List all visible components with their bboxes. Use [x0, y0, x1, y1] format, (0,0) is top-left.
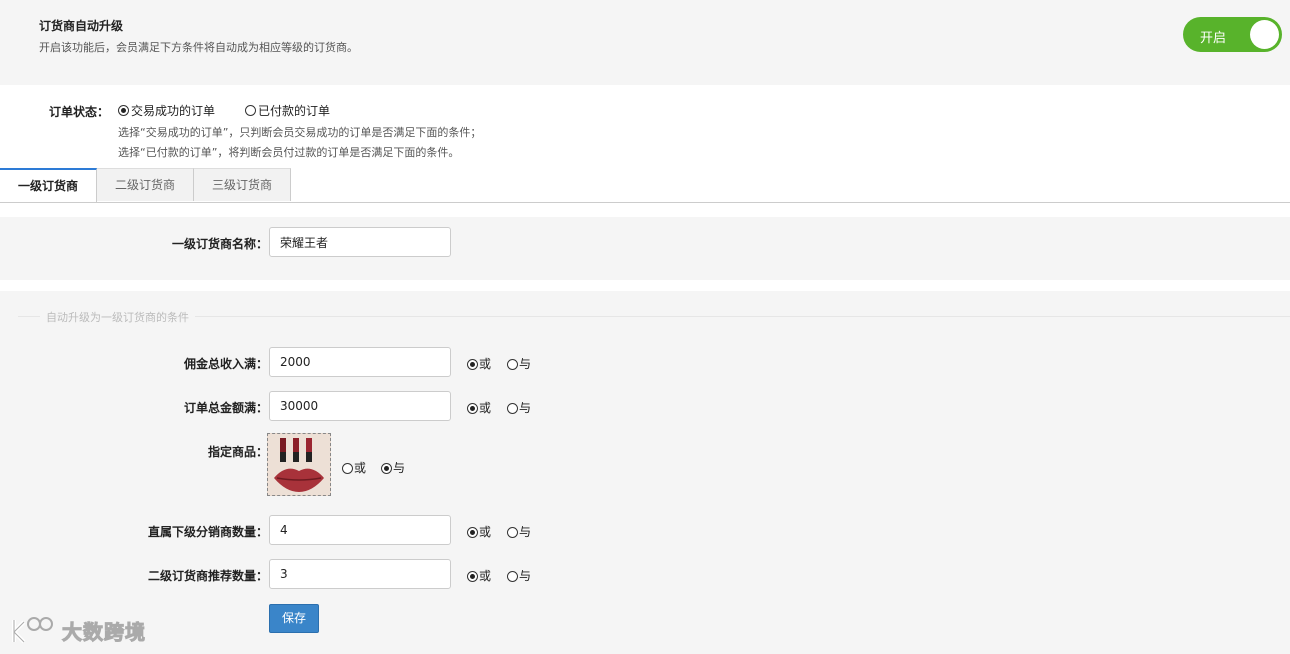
radio-distributor-and[interactable]	[507, 527, 518, 538]
tab-level-1[interactable]: 一级订货商	[0, 168, 97, 202]
order-status-option-paid[interactable]: 已付款的订单	[245, 102, 330, 119]
or-label: 或	[479, 401, 492, 415]
order-total-input[interactable]	[269, 391, 451, 421]
commission-label: 佣金总收入满：	[183, 357, 268, 371]
tab-level-3[interactable]: 三级订货商	[194, 168, 291, 201]
distributor-count-input[interactable]	[269, 515, 451, 545]
auto-upgrade-description: 开启该功能后，会员满足下方条件将自动成为相应等级的订货商。	[39, 41, 358, 54]
save-button[interactable]: 保存	[269, 604, 319, 633]
referral-count-input[interactable]	[269, 559, 451, 589]
radio-product-and[interactable]	[381, 463, 392, 474]
and-label: 与	[519, 525, 532, 539]
or-label: 或	[479, 569, 492, 583]
product-and[interactable]: 与	[381, 459, 405, 476]
tab-level-2[interactable]: 二级订货商	[97, 168, 194, 201]
watermark-logo-icon	[12, 617, 53, 644]
referral-count-label: 二级订货商推荐数量：	[147, 569, 268, 583]
option-success-label: 交易成功的订单	[131, 104, 216, 118]
radio-order-total-or[interactable]	[467, 403, 478, 414]
product-label: 指定商品：	[207, 445, 268, 459]
radio-commission-or[interactable]	[467, 359, 478, 370]
toggle-knob	[1250, 20, 1279, 49]
option-paid-label: 已付款的订单	[258, 104, 331, 118]
distributor-count-or[interactable]: 或	[467, 523, 491, 540]
level-name-label: 一级订货商名称：	[171, 237, 268, 251]
and-label: 与	[519, 401, 532, 415]
commission-or[interactable]: 或	[467, 355, 491, 372]
commission-input[interactable]	[269, 347, 451, 377]
order-status-label: 订单状态：	[49, 105, 110, 119]
auto-upgrade-panel: 订货商自动升级 开启该功能后，会员满足下方条件将自动成为相应等级的订货商。 开启	[0, 0, 1290, 85]
conditions-panel: 自动升级为一级订货商的条件	[0, 291, 1290, 654]
order-status-hint-2: 选择“已付款的订单”，将判断会员付过款的订单是否满足下面的条件。	[118, 146, 460, 159]
and-label: 与	[519, 569, 532, 583]
auto-upgrade-title: 订货商自动升级	[39, 19, 124, 33]
legend-divider	[18, 316, 1290, 317]
auto-upgrade-toggle[interactable]: 开启	[1183, 17, 1282, 52]
watermark-text: 大数跨境	[62, 619, 146, 644]
order-total-and[interactable]: 与	[507, 399, 531, 416]
radio-commission-and[interactable]	[507, 359, 518, 370]
commission-and[interactable]: 与	[507, 355, 531, 372]
order-status-hint-1: 选择“交易成功的订单”，只判断会员交易成功的订单是否满足下面的条件；	[118, 126, 482, 139]
referral-count-or[interactable]: 或	[467, 567, 491, 584]
radio-paid-orders[interactable]	[245, 105, 256, 116]
radio-order-total-and[interactable]	[507, 403, 518, 414]
order-total-label: 订单总金额满：	[183, 401, 268, 415]
lipstick-product-image[interactable]	[267, 433, 331, 496]
radio-distributor-or[interactable]	[467, 527, 478, 538]
toggle-label: 开启	[1200, 31, 1227, 46]
lipstick-image-icon	[268, 434, 330, 495]
radio-referral-or[interactable]	[467, 571, 478, 582]
conditions-legend: 自动升级为一级订货商的条件	[40, 309, 195, 325]
radio-referral-and[interactable]	[507, 571, 518, 582]
and-label: 与	[519, 357, 532, 371]
distributor-count-and[interactable]: 与	[507, 523, 531, 540]
watermark: 大数跨境	[8, 612, 146, 648]
radio-product-or[interactable]	[342, 463, 353, 474]
radio-success-orders[interactable]	[118, 105, 129, 116]
level-tabs: 一级订货商 二级订货商 三级订货商	[0, 168, 1290, 203]
referral-count-and[interactable]: 与	[507, 567, 531, 584]
level-name-input[interactable]	[269, 227, 451, 257]
distributor-count-label: 直属下级分销商数量：	[147, 525, 268, 539]
and-label: 与	[393, 461, 406, 475]
or-label: 或	[479, 357, 492, 371]
or-label: 或	[354, 461, 367, 475]
or-label: 或	[479, 525, 492, 539]
order-total-or[interactable]: 或	[467, 399, 491, 416]
product-or[interactable]: 或	[342, 459, 366, 476]
order-status-option-success[interactable]: 交易成功的订单	[118, 102, 215, 119]
